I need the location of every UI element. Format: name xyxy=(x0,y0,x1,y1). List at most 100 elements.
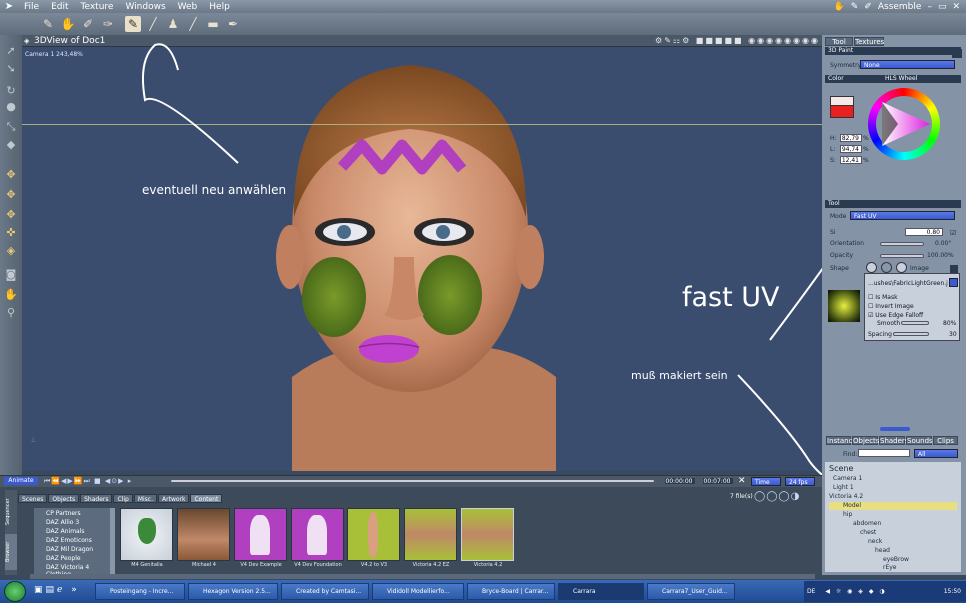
tree-chest[interactable]: chest xyxy=(860,529,876,536)
l-field[interactable]: 94,74 xyxy=(840,145,862,153)
s-field[interactable]: 12,41 xyxy=(840,156,862,164)
shape-round-button[interactable] xyxy=(866,262,877,273)
tab-misc[interactable]: Misc. xyxy=(133,494,158,503)
folder-item[interactable]: DAZ Victoria 4 Clothing xyxy=(46,564,110,574)
timeline-slider[interactable] xyxy=(170,479,655,483)
task-vididoll[interactable]: Vididoll Modellierfo... xyxy=(372,583,464,600)
folder-item[interactable]: CP Partners xyxy=(46,510,81,517)
playback-controls[interactable]: ⏮⏪◀▶⏩⏭ ■ ◀⊙▶ ▸ xyxy=(44,477,132,486)
start-button[interactable] xyxy=(4,581,26,602)
tab-content[interactable]: Content xyxy=(190,494,223,503)
find-input[interactable] xyxy=(858,449,910,457)
size-lock-icon[interactable]: ☑ xyxy=(950,229,956,237)
color-triangle[interactable] xyxy=(878,100,934,148)
shape-label: Shape xyxy=(830,265,849,272)
thumb-michael-4[interactable] xyxy=(177,508,230,561)
color-mode-label[interactable]: HLS Wheel xyxy=(885,75,917,83)
fps-dropdown[interactable]: 24 fps xyxy=(785,477,815,486)
is-mask-label: Is Mask xyxy=(875,294,898,301)
tree-hip[interactable]: hip xyxy=(843,511,852,518)
clock[interactable]: 15:50 xyxy=(944,581,961,602)
sequencer-tab[interactable]: Sequencer xyxy=(5,494,17,530)
folder-item[interactable]: DAZ Emoticons xyxy=(46,537,92,544)
spacing-slider[interactable] xyxy=(893,332,929,336)
tree-abdomen[interactable]: abdomen xyxy=(853,520,881,527)
browser-tab[interactable]: Browser xyxy=(5,534,17,570)
tree-neck[interactable]: neck xyxy=(868,538,882,545)
tree-reye[interactable]: rEye xyxy=(883,564,897,571)
timeline-close-icon[interactable]: ✕ xyxy=(738,476,746,486)
time-mode-dropdown[interactable]: Time xyxy=(751,477,781,486)
tray-icons[interactable]: ◀ ☼ ◉ ◈ ◆ ◑ xyxy=(825,588,886,595)
tree-camera[interactable]: Camera 1 xyxy=(833,475,862,482)
tab-artwork[interactable]: Artwork xyxy=(158,494,190,503)
brush-preview[interactable] xyxy=(828,290,860,322)
task-posteingang[interactable]: Posteingang - Incre... xyxy=(95,583,185,600)
opacity-slider[interactable] xyxy=(880,254,924,258)
opacity-value: 100.00% xyxy=(927,252,954,259)
tree-light[interactable]: Light 1 xyxy=(833,484,854,491)
folder-item[interactable]: DAZ People xyxy=(46,555,81,562)
orientation-label: Orientation xyxy=(830,240,864,247)
tab-clip[interactable]: Clip xyxy=(113,494,133,503)
invert-image-checkbox[interactable]: ☐ Invert Image xyxy=(868,303,914,310)
shape-soft-button[interactable] xyxy=(881,262,892,273)
animate-button[interactable]: Animate xyxy=(4,477,38,485)
brush-file-path: ...ushes\FabricLightGreen.jpg xyxy=(868,280,948,287)
tab-instance[interactable]: Instance xyxy=(826,436,857,445)
scene-tree: Scene Camera 1 Light 1 Victoria 4.2 Mode… xyxy=(825,462,961,572)
mode-dropdown[interactable]: Fast UV xyxy=(850,211,955,220)
spacing-value: 30 xyxy=(949,331,957,338)
language-indicator[interactable]: DE xyxy=(807,588,815,595)
h-field[interactable]: 82,79 xyxy=(840,134,862,142)
symmetry-dropdown[interactable]: None xyxy=(860,60,955,69)
tree-model[interactable]: Model xyxy=(843,502,861,509)
size-field[interactable]: 0.80 xyxy=(905,228,943,236)
is-mask-checkbox[interactable]: ☐ Is Mask xyxy=(868,294,898,301)
find-filter-dropdown[interactable]: All xyxy=(914,449,958,458)
section-tool[interactable]: Tool xyxy=(825,200,961,208)
folder-list-scrollbar[interactable] xyxy=(110,508,115,574)
tab-sounds[interactable]: Sounds xyxy=(906,436,933,445)
task-carrara-guide[interactable]: Carrara7_User_Guid... xyxy=(647,583,735,600)
shape-image-button[interactable] xyxy=(896,262,907,273)
tab-tool[interactable]: Tool xyxy=(825,37,853,46)
time-start-field[interactable]: 00:00:00 xyxy=(664,477,696,485)
tab-shaders-browser[interactable]: Shaders xyxy=(80,494,113,503)
tree-victoria[interactable]: Victoria 4.2 xyxy=(829,493,863,500)
orientation-slider[interactable] xyxy=(880,242,924,246)
section-color[interactable]: Color HLS Wheel xyxy=(825,75,961,83)
browser-hscrollbar[interactable] xyxy=(30,574,815,579)
view-mode-icons[interactable]: ◯◯◯◑ xyxy=(754,491,800,502)
folder-item[interactable]: DAZ Animals xyxy=(46,528,85,535)
folder-item[interactable]: DAZ Mil Dragon xyxy=(46,546,93,553)
thumb-victoria-42-ez[interactable] xyxy=(404,508,457,561)
tree-eyebrow[interactable]: eyeBrow xyxy=(883,556,909,563)
task-carrara[interactable]: Carrara xyxy=(558,583,644,600)
panel-splitter[interactable] xyxy=(880,427,910,431)
thumb-victoria-42[interactable] xyxy=(461,508,514,561)
tree-head[interactable]: head xyxy=(875,547,890,554)
thumb-label: Michael 4 xyxy=(192,562,216,568)
l-pct: % xyxy=(863,146,869,153)
tab-objects[interactable]: Objects xyxy=(852,436,879,445)
tab-objects-browser[interactable]: Objects xyxy=(48,494,80,503)
time-end-field[interactable]: 00:07:00 xyxy=(702,477,734,485)
smooth-slider[interactable] xyxy=(901,321,929,325)
tree-scene[interactable]: Scene xyxy=(829,464,853,473)
tab-clips[interactable]: Clips xyxy=(933,436,958,445)
spacing-label: Spacing xyxy=(868,331,892,338)
tab-textures[interactable]: Textures xyxy=(854,37,884,46)
image-options-icon[interactable] xyxy=(950,265,958,273)
tab-shaders[interactable]: Shaders xyxy=(879,436,908,445)
task-camtasia[interactable]: Created by Camtasi... xyxy=(281,583,369,600)
brush-browse-button[interactable] xyxy=(949,278,958,287)
tab-scenes[interactable]: Scenes xyxy=(18,494,48,503)
task-bryce-board[interactable]: Bryce-Board | Carrar... xyxy=(467,583,555,600)
quicklaunch-icons[interactable]: ▣▤ℯ » xyxy=(34,585,80,595)
task-hexagon[interactable]: Hexagon Version 2.5... xyxy=(188,583,278,600)
section-3d-paint[interactable]: 3D Paint xyxy=(825,47,961,55)
folder-item[interactable]: DAZ Allio 3 xyxy=(46,519,79,526)
use-edge-falloff-checkbox[interactable]: ☑ Use Edge Falloff xyxy=(868,312,923,319)
color-swatch-secondary[interactable] xyxy=(830,96,854,106)
